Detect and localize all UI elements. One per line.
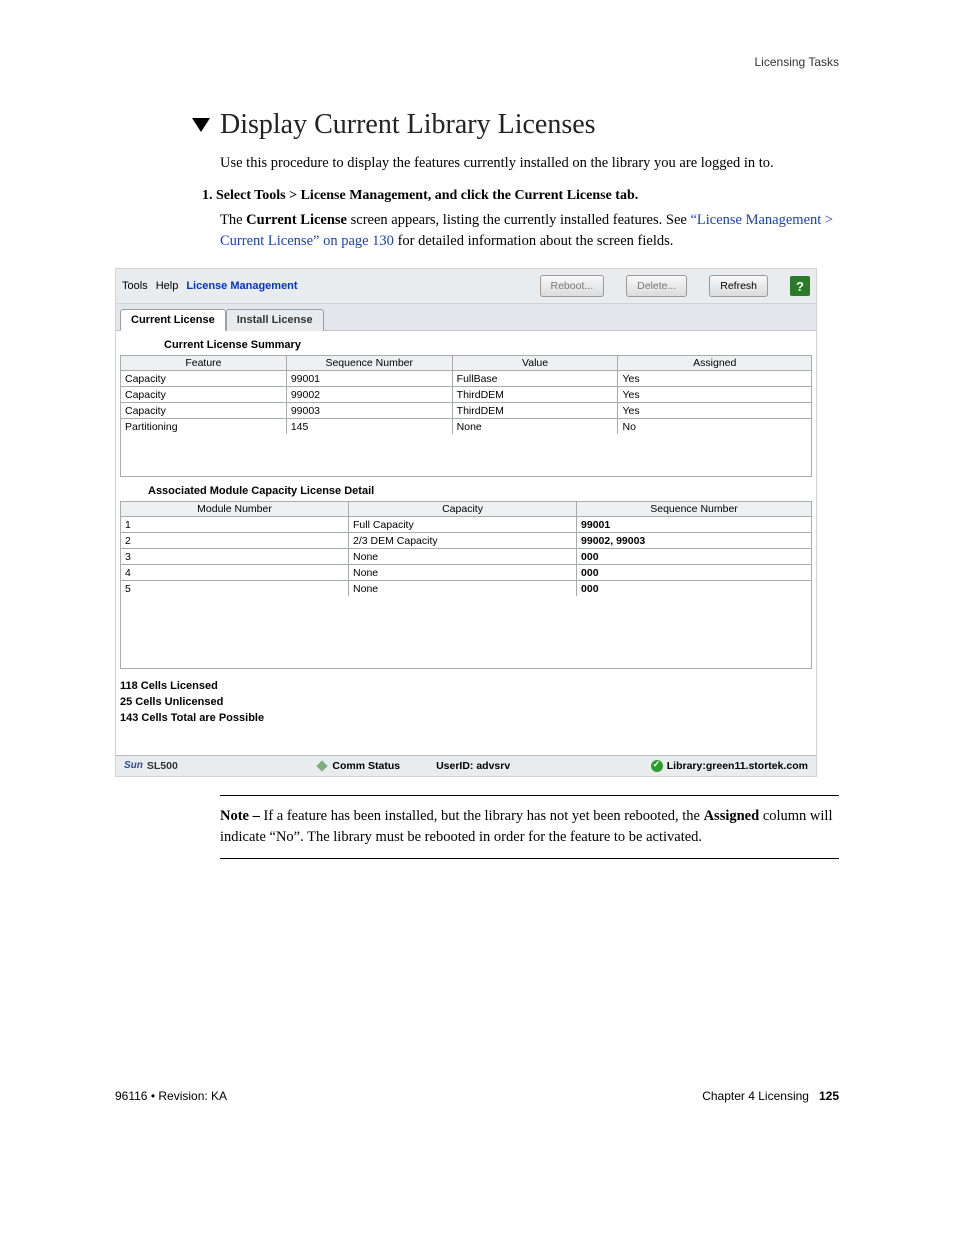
detail-title: Associated Module Capacity License Detai… (116, 477, 816, 501)
menu-tools[interactable]: Tools (122, 280, 148, 292)
col-feature: Feature (121, 356, 287, 371)
col-module: Module Number (121, 502, 349, 517)
help-icon[interactable]: ? (790, 276, 810, 296)
col-assigned: Assigned (618, 356, 812, 371)
footer-chapter: Chapter 4 Licensing (702, 1089, 809, 1103)
step-1-body: The Current License screen appears, list… (220, 210, 839, 252)
note-label: Note – (220, 808, 264, 824)
table-row: 1Full Capacity99001 (121, 517, 812, 533)
screenshot-panel: Tools Help License Management Reboot... … (115, 268, 817, 777)
table-row: Capacity99002ThirdDEMYes (121, 387, 812, 403)
col-capacity: Capacity (349, 502, 577, 517)
section-heading-text: Display Current Library Licenses (220, 109, 596, 141)
section-heading: Display Current Library Licenses (192, 109, 839, 141)
tab-current-license[interactable]: Current License (120, 309, 226, 331)
model-label: SL500 (147, 760, 178, 772)
table-row: Capacity99003ThirdDEMYes (121, 403, 812, 419)
refresh-button[interactable]: Refresh (709, 275, 768, 297)
detail-table: Module Number Capacity Sequence Number 1… (120, 501, 812, 597)
menubar: Tools Help License Management Reboot... … (116, 269, 816, 304)
reboot-button[interactable]: Reboot... (540, 275, 605, 297)
running-header: Licensing Tasks (115, 55, 839, 69)
page-footer: 96116 • Revision: KA Chapter 4 Licensing… (115, 1089, 839, 1103)
userid-label: UserID: advsrv (436, 760, 510, 772)
sun-logo-icon: Sun (124, 760, 143, 771)
cells-total: 143 Cells Total are Possible (120, 711, 816, 727)
tab-bar: Current License Install License (116, 304, 816, 331)
delete-button[interactable]: Delete... (626, 275, 687, 297)
col-seq: Sequence Number (286, 356, 452, 371)
table-row: 5None000 (121, 581, 812, 597)
library-label: Library:green11.stortek.com (667, 760, 808, 772)
intro-paragraph: Use this procedure to display the featur… (220, 153, 839, 174)
menu-help[interactable]: Help (156, 280, 179, 292)
table-row: 3None000 (121, 549, 812, 565)
cells-summary: 118 Cells Licensed 25 Cells Unlicensed 1… (116, 669, 816, 747)
table-row: 4None000 (121, 565, 812, 581)
footer-left: 96116 • Revision: KA (115, 1089, 227, 1103)
table-row: 22/3 DEM Capacity99002, 99003 (121, 533, 812, 549)
tab-install-license[interactable]: Install License (226, 309, 324, 331)
footer-page-number: 125 (819, 1089, 839, 1103)
current-license-panel: Current License Summary Feature Sequence… (116, 331, 816, 755)
comm-status: Comm Status (332, 760, 400, 772)
menu-license-management[interactable]: License Management (186, 280, 297, 292)
col-seqnum: Sequence Number (577, 502, 812, 517)
table-row: Capacity99001FullBaseYes (121, 371, 812, 387)
summary-title: Current License Summary (116, 331, 816, 355)
note-block: Note – If a feature has been installed, … (220, 795, 839, 859)
step-1: 1. Select Tools > License Management, an… (202, 188, 839, 204)
col-value: Value (452, 356, 618, 371)
table-row: Partitioning145NoneNo (121, 419, 812, 435)
triangle-down-icon (192, 118, 210, 132)
diamond-icon (317, 760, 328, 771)
status-ok-icon (651, 760, 663, 772)
cells-licensed: 118 Cells Licensed (120, 679, 816, 695)
status-bar: Sun SL500 Comm Status UserID: advsrv Lib… (116, 755, 816, 776)
cells-unlicensed: 25 Cells Unlicensed (120, 695, 816, 711)
summary-table: Feature Sequence Number Value Assigned C… (120, 355, 812, 435)
